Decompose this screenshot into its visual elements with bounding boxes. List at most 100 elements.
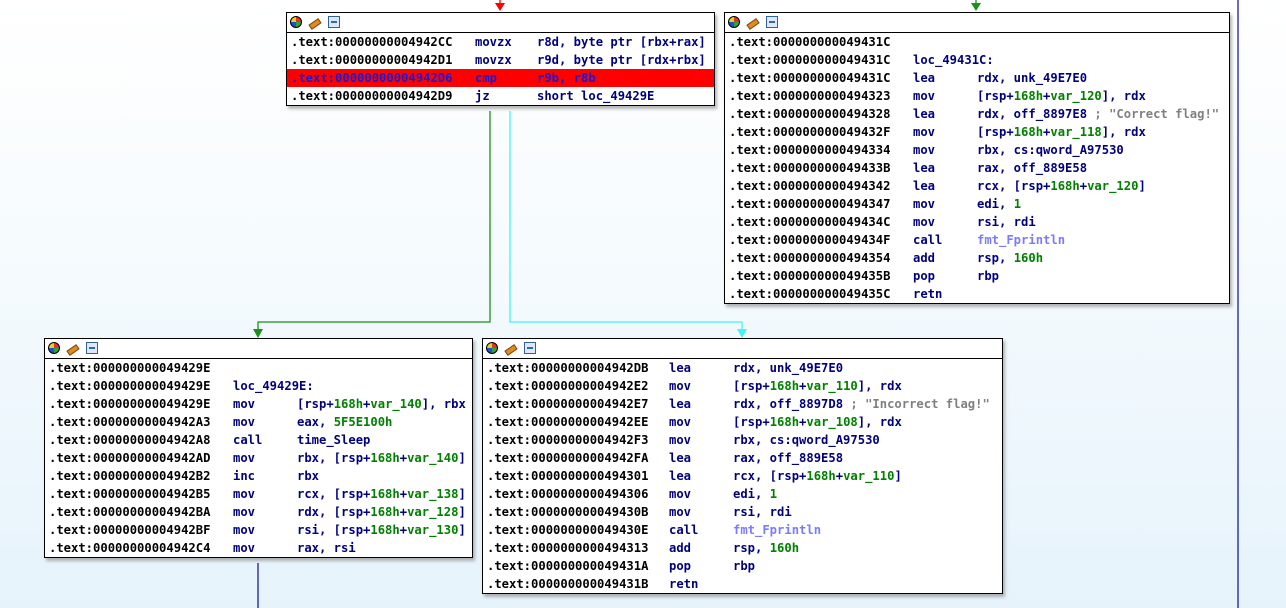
operands: fmt_Fprintln [733, 521, 821, 539]
instruction-line[interactable]: .text:00000000004942BF mov rsi, [rsp+168h+… [45, 521, 472, 539]
mnemonic: pop [913, 269, 936, 283]
mnemonic: mov [913, 197, 936, 211]
mnemonic: mov [669, 505, 692, 519]
address: .text:000000000049430B [487, 505, 649, 519]
edge-jz-taken [253, 111, 491, 338]
instruction-line[interactable]: .text:00000000004942E2 mov [rsp+168h+var_1… [483, 377, 1002, 395]
instruction-line[interactable]: .text:000000000049431C lea rdx, unk_49E7E0 [725, 69, 1229, 87]
group-nodes-icon[interactable] [524, 342, 536, 354]
node-correct-flag-block[interactable]: .text:000000000049431C .text:000000000049… [724, 12, 1230, 304]
instruction-line[interactable]: .text:0000000000494342 lea rcx, [rsp+168h+… [725, 177, 1229, 195]
instruction-line[interactable]: .text:000000000049431C [725, 33, 1229, 51]
address: .text:00000000004942E2 [487, 379, 649, 393]
rename-node-icon[interactable] [309, 16, 321, 28]
instruction-line[interactable]: .text:00000000004942AD mov rbx, [rsp+168h+… [45, 449, 472, 467]
immediate-value: 168h [1013, 125, 1044, 139]
operand-text: rbp [733, 559, 756, 573]
instruction-line[interactable]: .text:0000000000494334 mov rbx, cs:qword_A… [725, 141, 1229, 159]
operand-text: [rsp+ [977, 125, 1014, 139]
instruction-line[interactable]: .text:00000000004942EE mov [rsp+168h+var_1… [483, 413, 1002, 431]
address: .text:0000000000494323 [729, 89, 891, 103]
operands: rdx, off_8897E8 ; "Correct flag!" [977, 105, 1219, 123]
instruction-line[interactable]: .text:00000000004942C4 mov rax, rsi [45, 539, 472, 557]
instruction-line[interactable]: .text:000000000049430B mov rsi, rdi [483, 503, 1002, 521]
instruction-line[interactable]: .text:00000000004942CC movzx r8d, byte ptr… [287, 33, 714, 51]
node-incorrect-flag-block[interactable]: .text:00000000004942DB lea rdx, unk_49E7E0… [482, 338, 1003, 594]
instruction-line[interactable]: .text:00000000004942A8 call time_Sleep [45, 431, 472, 449]
instruction-line[interactable]: .text:00000000004942A3 mov eax, 5F5E100h [45, 413, 472, 431]
mnemonic: retn [669, 577, 699, 591]
group-nodes-icon[interactable] [328, 16, 340, 28]
instruction-line[interactable]: .text:000000000049434C mov rsi, rdi [725, 213, 1229, 231]
color-picker-icon[interactable] [486, 342, 498, 354]
instruction-line[interactable]: .text:000000000049432F mov [rsp+168h+var_1… [725, 123, 1229, 141]
instruction-line[interactable]: .text:000000000049430E call fmt_Fprintln [483, 521, 1002, 539]
operand-text: [rsp+ [733, 379, 770, 393]
instruction-line[interactable]: .text:0000000000494328 lea rdx, off_8897E8… [725, 105, 1229, 123]
instruction-line[interactable]: .text:00000000004942FA lea rax, off_889E58 [483, 449, 1002, 467]
rename-node-icon[interactable] [505, 342, 517, 354]
operand-text: rdx, off_8897D8 [733, 397, 844, 411]
mnemonic: lea [913, 179, 936, 193]
instruction-line[interactable]: .text:0000000000494301 lea rcx, [rsp+168h+… [483, 467, 1002, 485]
address: .text:000000000049434C [729, 215, 891, 229]
instruction-line[interactable]: .text:000000000049433B lea rax, off_889E58 [725, 159, 1229, 177]
address: .text:00000000004942A3 [49, 415, 211, 429]
instruction-line[interactable]: .text:00000000004942B2 inc rbx [45, 467, 472, 485]
instruction-line[interactable]: .text:000000000049434F call fmt_Fprintln [725, 231, 1229, 249]
instruction-line[interactable]: .text:000000000049429E loc_49429E: [45, 377, 472, 395]
instruction-line[interactable]: .text:0000000000494354 add rsp, 160h [725, 249, 1229, 267]
mnemonic: pop [669, 559, 692, 573]
edge-fallthrough [509, 111, 747, 338]
operand-text: rdx, unk_49E7E0 [977, 71, 1088, 85]
operands: [rsp+168h+var_118], rdx [977, 123, 1146, 141]
operands: rsi, rdi [977, 213, 1036, 231]
instruction-line[interactable]: .text:0000000000494313 add rsp, 160h [483, 539, 1002, 557]
node-cmp-block[interactable]: .text:00000000004942CC movzx r8d, byte ptr… [286, 12, 715, 106]
address: .text:0000000000494301 [487, 469, 649, 483]
mnemonic: cmp [475, 71, 498, 85]
stack-var-ref: var_120 [1050, 89, 1102, 103]
code-label[interactable]: loc_49431C: [913, 51, 994, 69]
instruction-line[interactable]: .text:00000000004942B5 mov rcx, [rsp+168h+… [45, 485, 472, 503]
rename-node-icon[interactable] [747, 16, 759, 28]
selected-instruction-line[interactable]: .text:00000000004942D6 cmp r9b, r8b [287, 69, 714, 87]
instruction-line[interactable]: .text:00000000004942D9 jz short loc_49429E [287, 87, 714, 105]
instruction-line[interactable]: .text:00000000004942DB lea rdx, unk_49E7E0 [483, 359, 1002, 377]
group-nodes-icon[interactable] [766, 16, 778, 28]
color-picker-icon[interactable] [48, 342, 60, 354]
color-picker-icon[interactable] [728, 16, 740, 28]
code-label[interactable]: loc_49429E: [233, 377, 314, 395]
instruction-line[interactable]: .text:00000000004942BA mov rdx, [rsp+168h+… [45, 503, 472, 521]
instruction-line[interactable]: .text:000000000049429E mov [rsp+168h+var_1… [45, 395, 472, 413]
instruction-line[interactable]: .text:000000000049429E [45, 359, 472, 377]
instruction-line[interactable]: .text:00000000004942E7 lea rdx, off_8897D8… [483, 395, 1002, 413]
operands: [rsp+168h+var_120], rdx [977, 87, 1146, 105]
operand-text: rbx, [rsp+ [297, 451, 371, 465]
address: .text:000000000049429E [49, 397, 211, 411]
instruction-line[interactable]: .text:000000000049431B retn [483, 575, 1002, 593]
instruction-line[interactable]: .text:000000000049431A pop rbp [483, 557, 1002, 575]
instruction-line[interactable]: .text:00000000004942F3 mov rbx, cs:qword_A… [483, 431, 1002, 449]
instruction-line[interactable]: .text:0000000000494347 mov edi, 1 [725, 195, 1229, 213]
instruction-line[interactable]: .text:000000000049435C retn [725, 285, 1229, 303]
operands: [rsp+168h+var_110], rdx [733, 377, 902, 395]
node-loop-block[interactable]: .text:000000000049429E .text:000000000049… [44, 338, 473, 558]
operands: rbx, cs:qword_A97530 [733, 431, 880, 449]
address: .text:0000000000494342 [729, 179, 891, 193]
operand-text: ] [1138, 179, 1146, 193]
operand-text: ] [458, 451, 466, 465]
instruction-line[interactable]: .text:000000000049435B pop rbp [725, 267, 1229, 285]
color-picker-icon[interactable] [290, 16, 302, 28]
instruction-line[interactable]: .text:00000000004942D1 movzx r9d, byte ptr… [287, 51, 714, 69]
instruction-line[interactable]: .text:0000000000494323 mov [rsp+168h+var_1… [725, 87, 1229, 105]
function-ref: fmt_Fprintln [977, 233, 1066, 247]
operands: rdx, off_8897D8 ; "Incorrect flag!" [733, 395, 990, 413]
address: .text:0000000000494334 [729, 143, 891, 157]
operand-text: edi, [733, 487, 770, 501]
mnemonic: mov [233, 451, 256, 465]
instruction-line[interactable]: .text:0000000000494306 mov edi, 1 [483, 485, 1002, 503]
group-nodes-icon[interactable] [86, 342, 98, 354]
rename-node-icon[interactable] [67, 342, 79, 354]
instruction-line[interactable]: .text:000000000049431C loc_49431C: [725, 51, 1229, 69]
